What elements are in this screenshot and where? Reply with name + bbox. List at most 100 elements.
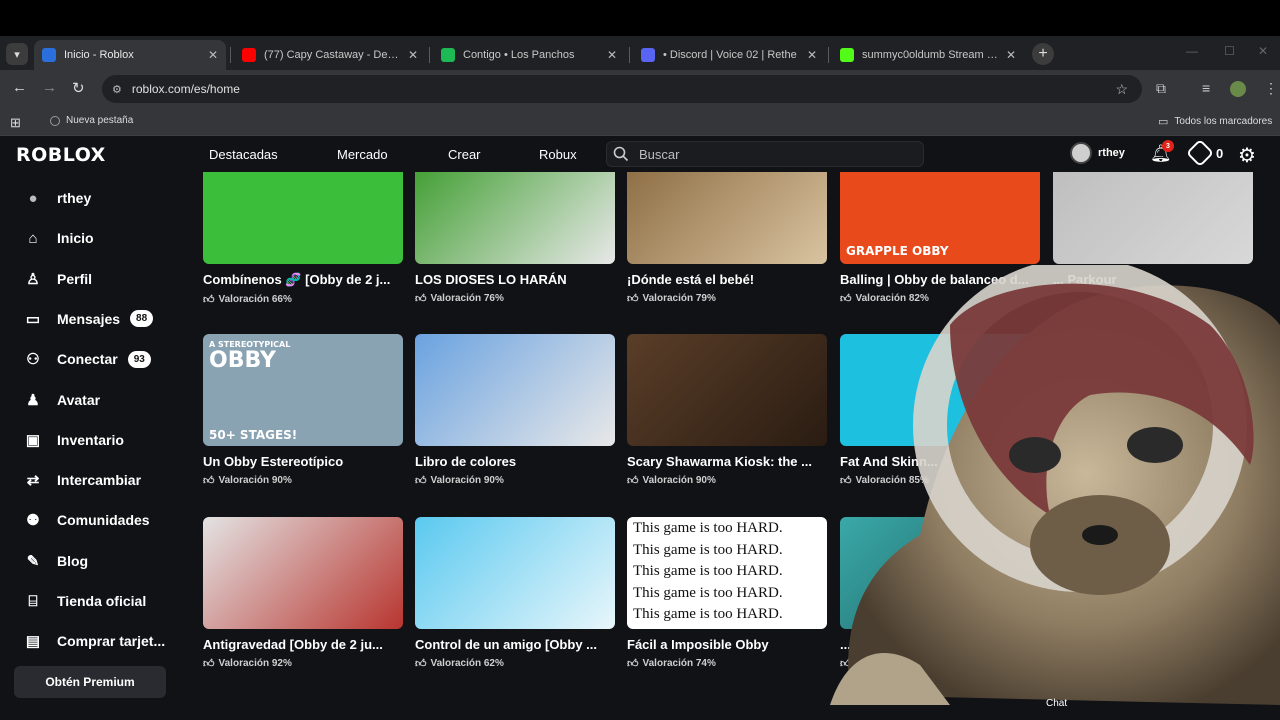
nav-crear[interactable]: Crear	[448, 147, 481, 162]
game-title[interactable]: LOS DIOSES LO HARÁN	[415, 272, 615, 287]
close-window-icon[interactable]: ✕	[1258, 44, 1268, 58]
header-username: rthey	[1098, 147, 1125, 159]
sidebar-item-avatar[interactable]: ♟ Avatar	[22, 388, 100, 412]
sidebar-item-inventario[interactable]: ▣ Inventario	[22, 428, 124, 452]
thumb-label: GRAPPLE OBBY	[846, 244, 949, 258]
game-title[interactable]: Fácil a Imposible Obby	[627, 637, 827, 652]
sidebar-item-perfil[interactable]: ♙ Perfil	[22, 267, 92, 291]
sidebar-item-intercambiar[interactable]: ⇄ Intercambiar	[22, 468, 141, 492]
game-thumbnail[interactable]: This game is too HARD. This game is too H…	[627, 517, 827, 629]
game-card[interactable]: Control de un amigo [Obby ... 👍︎ Valoració…	[415, 517, 615, 670]
bookmark-star-icon[interactable]: ☆	[1115, 81, 1128, 98]
site-info-icon[interactable]: ⚙	[112, 83, 122, 96]
game-card[interactable]: Libro de colores 👍︎ Valoración 90%	[415, 334, 615, 487]
game-thumbnail[interactable]	[840, 517, 1040, 629]
browser-tab[interactable]: summyc0oldumb Stream - Wat ✕	[832, 40, 1024, 70]
game-title[interactable]: Balling | Obby de balanceo d...	[840, 272, 1040, 287]
chrome-menu-icon[interactable]: ⋮	[1264, 80, 1278, 97]
game-thumbnail[interactable]	[415, 517, 615, 629]
game-thumbnail[interactable]	[415, 334, 615, 446]
game-card[interactable]: ... spital: Sim... 👍︎ Valoración 95%	[840, 517, 1040, 670]
game-card[interactable]: ... Parkour	[1053, 172, 1253, 287]
game-thumbnail[interactable]	[840, 334, 1040, 446]
tab-favicon-icon	[42, 48, 56, 62]
game-title[interactable]: Fat And Skinn...	[840, 454, 1040, 469]
game-card[interactable]: ¡Dónde está el bebé! 👍︎ Valoración 79%	[627, 172, 827, 305]
browser-tab[interactable]: • Discord | Voice 02 | Rethe ✕	[633, 40, 825, 70]
game-card[interactable]: Antigravedad [Obby de 2 ju... 👍︎ Valoració…	[203, 517, 403, 670]
game-thumbnail[interactable]	[203, 172, 403, 264]
address-bar[interactable]: ⚙ roblox.com/es/home ☆	[102, 75, 1142, 103]
game-thumbnail[interactable]	[627, 334, 827, 446]
chat-label[interactable]: Chat	[1046, 698, 1067, 709]
roblox-logo[interactable]: ROBLOX	[16, 144, 106, 166]
tab-close-icon[interactable]: ✕	[208, 48, 218, 62]
nav-robux[interactable]: Robux	[539, 147, 577, 162]
sidebar-item-conectar[interactable]: ⚇ Conectar 93	[22, 347, 151, 371]
minimize-icon[interactable]: —	[1186, 44, 1198, 58]
game-thumbnail[interactable]: GRAPPLE OBBY	[840, 172, 1040, 264]
get-premium-button[interactable]: Obtén Premium	[14, 666, 166, 698]
maximize-icon[interactable]: ☐	[1224, 44, 1235, 58]
rating-text: Valoración 90%	[642, 475, 716, 486]
browser-tab[interactable]: Inicio - Roblox ✕	[34, 40, 226, 70]
game-title[interactable]: Control de un amigo [Obby ...	[415, 637, 615, 652]
new-tab-button[interactable]: +	[1032, 43, 1054, 65]
game-title[interactable]: Scary Shawarma Kiosk: the ...	[627, 454, 827, 469]
browser-toolbar: ← → ↻ ⚙ roblox.com/es/home ☆ ⧉ ≡ ⋮	[0, 70, 1280, 108]
game-thumbnail[interactable]	[415, 172, 615, 264]
game-card[interactable]: GRAPPLE OBBY Balling | Obby de balanceo d…	[840, 172, 1040, 305]
extensions-icon[interactable]: ⧉	[1156, 80, 1166, 97]
settings-gear-icon[interactable]: ⚙	[1238, 143, 1256, 168]
game-card[interactable]: Combínenos 🧬 [Obby de 2 j... 👍︎ Valoración…	[203, 172, 403, 306]
game-title[interactable]: ... spital: Sim...	[840, 637, 1040, 652]
search-placeholder: Buscar	[639, 146, 680, 162]
sidebar-item-tienda-oficial[interactable]: ⌸ Tienda oficial	[22, 589, 146, 613]
sidebar-item-comprar-tarjet[interactable]: ▤ Comprar tarjet...	[22, 629, 165, 653]
game-card[interactable]: Scary Shawarma Kiosk: the ... 👍︎ Valoració…	[627, 334, 827, 487]
thumbs-up-icon: 👍︎	[415, 658, 427, 670]
game-title[interactable]: Antigravedad [Obby de 2 ju...	[203, 637, 403, 652]
sidebar-item-inicio[interactable]: ⌂ Inicio	[22, 226, 93, 250]
nav-destacadas[interactable]: Destacadas	[209, 147, 278, 162]
forward-icon[interactable]: →	[42, 79, 57, 96]
tab-search-button[interactable]: ▾	[6, 43, 28, 65]
back-icon[interactable]: ←	[12, 79, 27, 96]
sidebar-item-rthey[interactable]: ● rthey	[22, 186, 91, 210]
game-thumbnail[interactable]: A STEREOTYPICAL OBBY 50+ STAGES!	[203, 334, 403, 446]
sidebar-item-mensajes[interactable]: ▭ Mensajes 88	[22, 307, 154, 331]
profile-avatar-icon[interactable]	[1230, 81, 1246, 97]
nav-mercado[interactable]: Mercado	[337, 147, 388, 162]
browser-tab[interactable]: Contigo • Los Panchos ✕	[433, 40, 625, 70]
tab-close-icon[interactable]: ✕	[607, 48, 617, 62]
sidebar-item-comunidades[interactable]: ⚉ Comunidades	[22, 508, 149, 532]
game-title[interactable]: Un Obby Estereotípico	[203, 454, 403, 469]
header-user[interactable]: rthey	[1070, 142, 1125, 164]
browser-tab[interactable]: (77) Capy Castaway - Develope ✕	[234, 40, 426, 70]
game-card[interactable]: A STEREOTYPICAL OBBY 50+ STAGES! Un Obby Es…	[203, 334, 403, 487]
media-control-icon[interactable]: ≡	[1202, 80, 1210, 96]
tab-close-icon[interactable]: ✕	[807, 48, 817, 62]
game-card[interactable]: Fat And Skinn... 👍︎ Valoración 85%	[840, 334, 1040, 487]
game-card[interactable]: LOS DIOSES LO HARÁN 👍︎ Valoración 76%	[415, 172, 615, 305]
game-title[interactable]: ¡Dónde está el bebé!	[627, 272, 827, 287]
game-card[interactable]: This game is too HARD. This game is too H…	[627, 517, 827, 670]
robux-balance[interactable]: 0	[1185, 138, 1223, 168]
all-bookmarks-folder[interactable]: ▭ Todos los marcadores	[1158, 115, 1272, 128]
game-thumbnail[interactable]	[1053, 172, 1253, 264]
apps-icon[interactable]: ⊞	[10, 115, 21, 131]
reload-icon[interactable]: ↻	[72, 79, 85, 97]
game-rating: 👍︎ Valoración 90%	[203, 474, 403, 487]
game-thumbnail[interactable]	[627, 172, 827, 264]
rating-text: Valoración 90%	[430, 475, 504, 486]
game-title[interactable]: ... Parkour	[1053, 272, 1253, 287]
sidebar-item-blog[interactable]: ✎ Blog	[22, 549, 88, 573]
game-thumbnail[interactable]	[203, 517, 403, 629]
search-input[interactable]: Buscar	[606, 141, 924, 167]
tab-close-icon[interactable]: ✕	[408, 48, 418, 62]
game-title[interactable]: Libro de colores	[415, 454, 615, 469]
bookmark-new-tab[interactable]: Nueva pestaña	[50, 115, 133, 126]
tab-close-icon[interactable]: ✕	[1006, 48, 1016, 62]
game-title[interactable]: Combínenos 🧬 [Obby de 2 j...	[203, 272, 403, 288]
game-rating: 👍︎ Valoración 62%	[415, 657, 615, 670]
